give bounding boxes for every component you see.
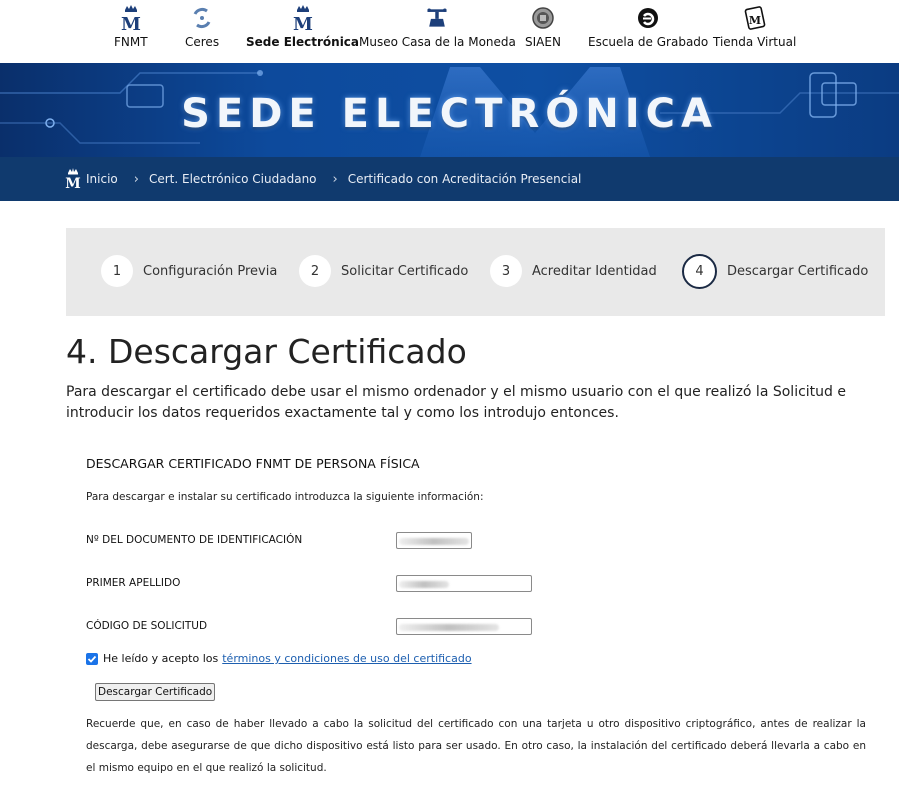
step-label: Configuración Previa — [143, 263, 278, 279]
step-descargar-certificado[interactable]: 4 Descargar Certificado — [682, 254, 868, 289]
request-code-label: CÓDIGO DE SOLICITUD — [86, 620, 208, 632]
step-label: Acreditar Identidad — [532, 263, 657, 279]
crown-m-icon: M — [118, 4, 144, 32]
svg-text:M: M — [749, 14, 761, 27]
accept-terms-checkbox[interactable] — [86, 652, 98, 665]
intro-text: Para descargar el certificado debe usar … — [66, 384, 846, 421]
nav-item-tienda-virtual[interactable]: M Tienda Virtual — [713, 4, 796, 49]
nav-item-label: FNMT — [114, 35, 148, 49]
nav-item-label: Escuela de Grabado — [588, 35, 709, 49]
breadcrumb-item[interactable]: Cert. Electrónico Ciudadano — [149, 172, 317, 186]
document-id-label: Nº DEL DOCUMENTO DE IDENTIFICACIÓN — [86, 534, 303, 546]
breadcrumb: M Inicio › Cert. Electrónico Ciudadano ›… — [0, 157, 899, 201]
check-icon — [87, 655, 97, 663]
step-configuracion-previa[interactable]: 1 Configuración Previa — [101, 255, 277, 287]
first-surname-label: PRIMER APELLIDO — [86, 577, 181, 589]
banner-title: SEDE ELECTRÓNICA — [181, 91, 718, 137]
progress-stepper: 1 Configuración Previa 2 Solicitar Certi… — [66, 228, 885, 316]
step-number: 4 — [682, 254, 717, 289]
breadcrumb-item[interactable]: Certificado con Acreditación Presencial — [348, 172, 582, 186]
svg-text:M: M — [121, 14, 141, 32]
accept-terms-row: He leído y acepto los términos y condici… — [86, 652, 472, 665]
first-surname-field[interactable] — [396, 575, 532, 592]
form-section-title: DESCARGAR CERTIFICADO FNMT DE PERSONA FÍ… — [86, 456, 420, 471]
step-label: Solicitar Certificado — [341, 263, 469, 279]
chevron-right-icon: › — [332, 171, 338, 187]
step-number: 1 — [101, 255, 133, 287]
breadcrumb-home-link[interactable]: Inicio — [86, 172, 118, 186]
document-id-field[interactable] — [396, 532, 472, 549]
accept-terms-label: He leído y acepto los — [103, 652, 219, 665]
nav-item-museo[interactable]: Museo Casa de la Moneda — [359, 4, 516, 49]
page-title: 4. Descargar Certificado — [66, 332, 467, 371]
nav-item-ceres[interactable]: Ceres — [185, 4, 219, 49]
siaen-seal-icon — [530, 4, 556, 32]
step-number: 2 — [299, 255, 331, 287]
nav-item-sede-electronica[interactable]: M Sede Electrónica — [246, 4, 359, 49]
hero-banner: SEDE ELECTRÓNICA — [0, 63, 899, 157]
museum-press-icon — [424, 4, 450, 32]
nav-item-label: Museo Casa de la Moneda — [359, 35, 516, 49]
crown-m-icon: M — [290, 4, 316, 32]
nav-item-label: SIAEN — [525, 35, 561, 49]
nav-item-fnmt[interactable]: M FNMT — [114, 4, 148, 49]
device-note: Recuerde que, en caso de haber llevado a… — [86, 718, 866, 774]
ceres-logo-icon — [189, 4, 215, 32]
request-code-field[interactable] — [396, 618, 532, 635]
svg-text:M: M — [293, 14, 313, 32]
download-certificate-button[interactable]: Descargar Certificado — [95, 683, 216, 701]
nav-item-label: Ceres — [185, 35, 220, 49]
step-label: Descargar Certificado — [727, 264, 869, 279]
step-solicitar-certificado[interactable]: 2 Solicitar Certificado — [299, 255, 468, 287]
virtual-store-icon: M — [742, 4, 768, 32]
chevron-right-icon: › — [133, 171, 139, 187]
svg-text:M: M — [65, 176, 81, 190]
nav-item-label: Tienda Virtual — [713, 35, 797, 49]
terms-link[interactable]: términos y condiciones de uso del certif… — [222, 652, 471, 665]
top-navigation: M FNMT Ceres M Sede Electrónica Museo Ca… — [0, 0, 899, 63]
form-help-text: Para descargar e instalar su certificado… — [86, 491, 484, 503]
engraving-school-icon — [635, 4, 661, 32]
nav-item-escuela-grabado[interactable]: Escuela de Grabado — [588, 4, 708, 49]
step-acreditar-identidad[interactable]: 3 Acreditar Identidad — [490, 255, 657, 287]
nav-item-label: Sede Electrónica — [246, 35, 360, 49]
step-number: 3 — [490, 255, 522, 287]
nav-item-siaen[interactable]: SIAEN — [525, 4, 561, 49]
crown-m-icon: M — [65, 168, 81, 190]
